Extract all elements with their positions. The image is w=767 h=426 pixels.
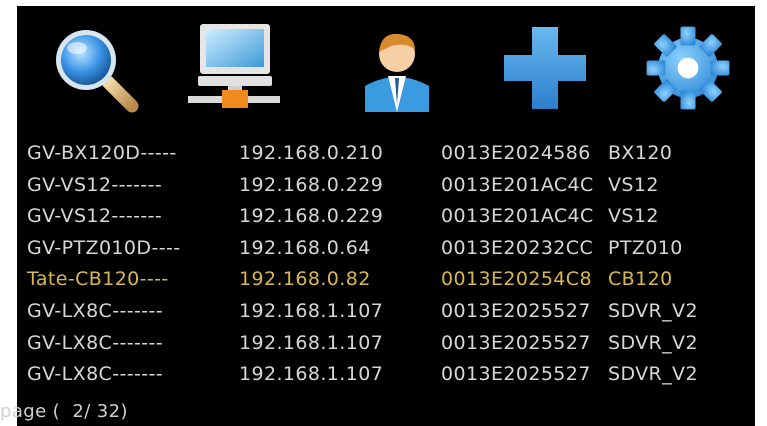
device-row[interactable]: GV-LX8C------- 192.168.1.107 0013E202552… <box>27 357 747 389</box>
device-name: GV-PTZ010D---- <box>27 236 181 259</box>
device-ip: 192.168.0.229 <box>239 205 384 228</box>
device-name: GV-VS12------- <box>27 173 163 196</box>
add-icon <box>504 27 586 109</box>
device-name: GV-LX8C------- <box>27 363 164 386</box>
device-name: GV-BX120D----- <box>27 142 177 164</box>
device-row[interactable]: GV-LX8C------- 192.168.1.107 0013E202552… <box>27 326 747 358</box>
device-model: SDVR_V2 <box>608 331 698 354</box>
device-model: CB120 <box>608 268 673 291</box>
device-ip: 192.168.0.229 <box>239 173 384 196</box>
device-model: BX120 <box>608 142 673 164</box>
device-mac: 0013E2025527 <box>441 363 591 386</box>
network-button[interactable] <box>184 18 284 118</box>
device-name: GV-VS12------- <box>27 205 163 228</box>
device-model: VS12 <box>608 205 659 228</box>
device-list: GV-BX120D----- 192.168.0.210 0013E202458… <box>27 136 747 389</box>
device-row-selected[interactable]: Tate-CB120---- 192.168.0.82 0013E20254C8… <box>27 262 747 294</box>
settings-button[interactable] <box>638 18 738 118</box>
device-ip: 192.168.0.82 <box>239 268 371 291</box>
search-button[interactable] <box>44 18 144 118</box>
device-row[interactable]: GV-BX120D----- 192.168.0.210 0013E202458… <box>27 136 747 168</box>
device-ip: 192.168.0.210 <box>239 142 384 164</box>
device-model: VS12 <box>608 173 659 196</box>
device-mac: 0013E20232CC <box>441 236 594 259</box>
device-mac: 0013E20254C8 <box>441 268 592 291</box>
device-name: GV-LX8C------- <box>27 299 164 322</box>
device-mac: 0013E2025527 <box>441 299 591 322</box>
add-button[interactable] <box>495 18 595 118</box>
device-mac: 0013E2025527 <box>441 331 591 354</box>
device-search-screen: GV-BX120D----- 192.168.0.210 0013E202458… <box>0 0 767 426</box>
device-ip: 192.168.1.107 <box>239 363 384 386</box>
device-model: SDVR_V2 <box>608 363 698 386</box>
device-ip: 192.168.0.64 <box>239 236 371 259</box>
device-model: SDVR_V2 <box>608 299 698 322</box>
user-icon <box>365 33 429 112</box>
device-model: PTZ010 <box>608 236 683 259</box>
device-row[interactable]: GV-VS12------- 192.168.0.229 0013E201AC4… <box>27 199 747 231</box>
device-mac: 0013E201AC4C <box>441 173 594 196</box>
device-mac: 0013E201AC4C <box>441 205 594 228</box>
device-row[interactable]: GV-PTZ010D---- 192.168.0.64 0013E20232CC… <box>27 231 747 263</box>
device-row[interactable]: GV-VS12------- 192.168.0.229 0013E201AC4… <box>27 168 747 200</box>
device-mac: 0013E2024586 <box>441 142 591 164</box>
network-computer-icon <box>188 24 280 108</box>
gear-icon <box>646 26 730 110</box>
page-indicator: page ( 2/ 32) <box>0 401 128 422</box>
search-icon <box>56 30 139 113</box>
device-name: Tate-CB120---- <box>27 268 169 291</box>
device-row[interactable]: GV-LX8C------- 192.168.1.107 0013E202552… <box>27 294 747 326</box>
user-button[interactable] <box>347 18 447 118</box>
device-name: GV-LX8C------- <box>27 331 164 354</box>
device-ip: 192.168.1.107 <box>239 331 384 354</box>
device-ip: 192.168.1.107 <box>239 299 384 322</box>
